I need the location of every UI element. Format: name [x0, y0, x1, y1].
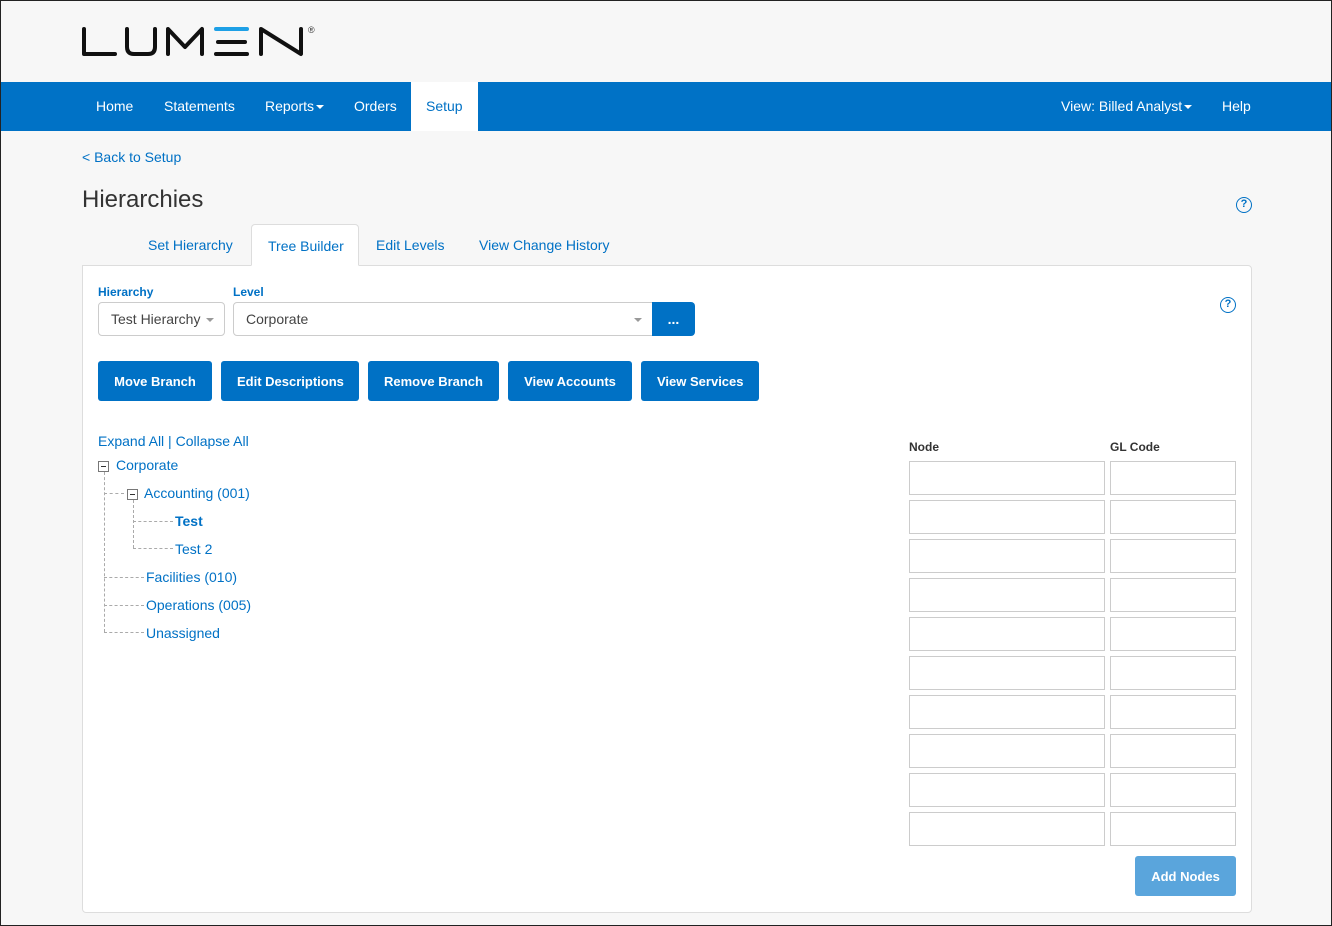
node-name-input[interactable] [909, 656, 1105, 690]
nav-statements-label: Statements [164, 98, 235, 114]
separator: | [164, 433, 176, 449]
tab-edit-levels-label: Edit Levels [376, 237, 445, 253]
gl-code-input[interactable] [1110, 812, 1236, 846]
tree-line [104, 632, 144, 633]
lumen-logo[interactable]: ® [81, 25, 315, 59]
node-column-header: Node [909, 440, 939, 454]
node-name-input[interactable] [909, 500, 1105, 534]
level-options-button[interactable]: ... [652, 302, 695, 336]
tree-line [104, 472, 105, 632]
tab-set-hierarchy-label: Set Hierarchy [148, 237, 233, 253]
level-label: Level [233, 285, 264, 299]
page-title: Hierarchies [82, 186, 204, 213]
tab-view-change-history-label: View Change History [479, 237, 610, 253]
tab-edit-levels[interactable]: Edit Levels [360, 224, 460, 266]
hierarchy-select[interactable]: Test Hierarchy [98, 302, 225, 336]
page-help-icon[interactable]: ? [1236, 197, 1252, 213]
collapse-accounting-toggle[interactable] [127, 489, 138, 500]
expand-all-link[interactable]: Expand All [98, 433, 164, 449]
lumen-logo-icon [82, 27, 303, 56]
chevron-down-icon [206, 318, 214, 322]
nav-help-label: Help [1222, 98, 1251, 114]
trademark: ® [308, 25, 315, 35]
gl-code-input[interactable] [1110, 461, 1236, 495]
tree-node-test-2[interactable]: Test 2 [175, 541, 212, 557]
gl-code-input[interactable] [1110, 734, 1236, 768]
nav-help[interactable]: Help [1207, 82, 1266, 131]
collapse-corporate-toggle[interactable] [98, 461, 109, 472]
hierarchy-tree: Corporate Accounting (001) Test Test 2 F… [98, 456, 398, 656]
gl-code-input[interactable] [1110, 773, 1236, 807]
view-role-label: View: Billed Analyst [1061, 98, 1183, 114]
back-to-setup-link[interactable]: < Back to Setup [82, 149, 181, 165]
nav-home-label: Home [96, 98, 134, 114]
nav-setup-label: Setup [426, 98, 463, 114]
collapse-all-link[interactable]: Collapse All [176, 433, 249, 449]
tree-node-operations[interactable]: Operations (005) [146, 597, 251, 613]
nav-setup[interactable]: Setup [411, 82, 478, 131]
node-name-input[interactable] [909, 695, 1105, 729]
gl-code-input[interactable] [1110, 617, 1236, 651]
gl-code-input[interactable] [1110, 500, 1236, 534]
logo-bar: ® [1, 1, 1331, 81]
node-name-input[interactable] [909, 773, 1105, 807]
gl-code-input[interactable] [1110, 539, 1236, 573]
main-nav: Home Statements Reports Orders Setup Vie… [1, 82, 1331, 131]
node-name-input[interactable] [909, 539, 1105, 573]
tab-set-hierarchy[interactable]: Set Hierarchy [132, 224, 249, 266]
level-select-value: Corporate [246, 311, 309, 327]
tree-line [133, 548, 173, 549]
tab-view-change-history[interactable]: View Change History [463, 224, 625, 266]
tree-line [104, 577, 144, 578]
nav-reports-label: Reports [265, 98, 315, 114]
node-name-input[interactable] [909, 617, 1105, 651]
tree-line [133, 500, 134, 548]
gl-code-input[interactable] [1110, 578, 1236, 612]
remove-branch-button[interactable]: Remove Branch [368, 361, 499, 401]
tree-node-test[interactable]: Test [175, 513, 203, 529]
view-accounts-button[interactable]: View Accounts [508, 361, 632, 401]
nav-orders[interactable]: Orders [339, 82, 412, 131]
tree-node-accounting[interactable]: Accounting (001) [144, 485, 250, 501]
tree-controls: Expand All | Collapse All [98, 433, 249, 449]
nav-statements[interactable]: Statements [149, 82, 250, 131]
tab-tree-builder-label: Tree Builder [268, 238, 344, 254]
chevron-down-icon [1184, 105, 1193, 110]
node-name-input[interactable] [909, 812, 1105, 846]
node-name-input[interactable] [909, 734, 1105, 768]
tree-node-facilities[interactable]: Facilities (010) [146, 569, 237, 585]
gl-code-column-header: GL Code [1110, 440, 1160, 454]
gl-code-input[interactable] [1110, 695, 1236, 729]
view-role-dropdown[interactable]: View: Billed Analyst [1046, 82, 1207, 131]
tree-node-corporate[interactable]: Corporate [116, 457, 178, 473]
nav-home[interactable]: Home [81, 82, 148, 131]
nav-reports[interactable]: Reports [250, 82, 339, 131]
add-nodes-button[interactable]: Add Nodes [1135, 856, 1236, 896]
chevron-down-icon [634, 318, 642, 322]
gl-code-input[interactable] [1110, 656, 1236, 690]
tab-tree-builder[interactable]: Tree Builder [251, 224, 359, 266]
edit-descriptions-button[interactable]: Edit Descriptions [221, 361, 359, 401]
level-select[interactable]: Corporate [233, 302, 653, 336]
nav-orders-label: Orders [354, 98, 397, 114]
hierarchy-label: Hierarchy [98, 285, 154, 299]
tree-line [104, 493, 124, 494]
move-branch-button[interactable]: Move Branch [98, 361, 212, 401]
chevron-down-icon [316, 105, 325, 110]
node-name-input[interactable] [909, 461, 1105, 495]
tree-node-unassigned[interactable]: Unassigned [146, 625, 220, 641]
tree-builder-panel: Hierarchy Test Hierarchy Level Corporate… [82, 265, 1252, 913]
view-services-button[interactable]: View Services [641, 361, 759, 401]
hierarchy-select-value: Test Hierarchy [111, 311, 201, 327]
panel-help-icon[interactable]: ? [1220, 297, 1236, 313]
tree-line [104, 605, 144, 606]
tree-line [133, 521, 173, 522]
node-name-input[interactable] [909, 578, 1105, 612]
